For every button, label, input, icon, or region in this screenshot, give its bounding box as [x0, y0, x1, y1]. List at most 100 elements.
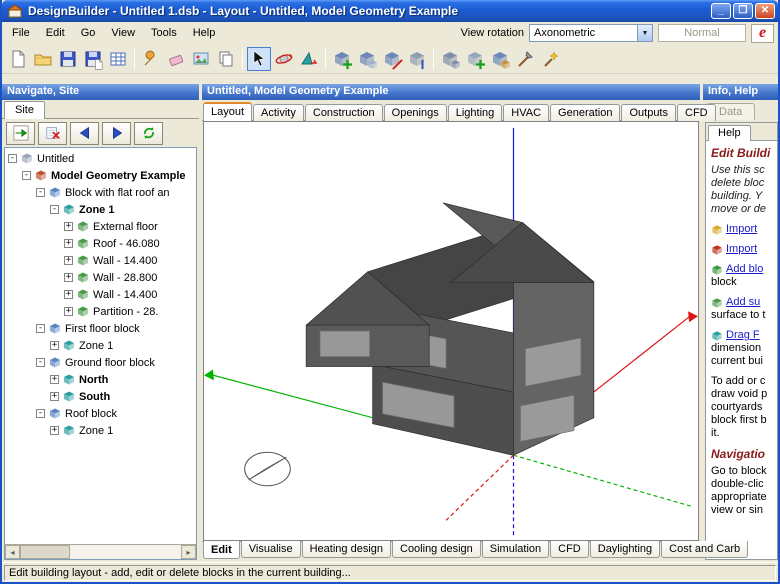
tab-cfd[interactable]: CFD: [677, 104, 716, 121]
tree-node[interactable]: +Wall - 14.400: [5, 252, 196, 269]
tree-expander[interactable]: +: [64, 307, 73, 316]
tree-node[interactable]: -Roof block: [5, 405, 196, 422]
tab-edit[interactable]: Edit: [203, 541, 240, 559]
tree-expander[interactable]: -: [36, 358, 45, 367]
tree-expander[interactable]: +: [50, 375, 59, 384]
menu-edit[interactable]: Edit: [38, 24, 73, 42]
wand-tool-icon[interactable]: [538, 47, 562, 71]
tree-node[interactable]: +External floor: [5, 218, 196, 235]
tab-daylighting[interactable]: Daylighting: [590, 541, 660, 558]
view-rotation-select[interactable]: Axonometric ▼: [529, 24, 653, 42]
block-tools-1-icon[interactable]: [438, 47, 462, 71]
copy-icon[interactable]: [214, 47, 238, 71]
tree-expander[interactable]: +: [50, 341, 59, 350]
select-pointer-icon[interactable]: [247, 47, 271, 71]
tab-lighting[interactable]: Lighting: [448, 104, 503, 121]
close-button[interactable]: ✕: [755, 3, 775, 19]
tree-expander[interactable]: -: [36, 188, 45, 197]
tree-expander[interactable]: +: [64, 222, 73, 231]
eraser-tool-icon[interactable]: [164, 47, 188, 71]
tab-hvac[interactable]: HVAC: [503, 104, 549, 121]
tab-visualise[interactable]: Visualise: [241, 541, 301, 558]
data-grid-icon[interactable]: [106, 47, 130, 71]
tree-expander[interactable]: +: [64, 239, 73, 248]
menu-tools[interactable]: Tools: [143, 24, 185, 42]
tree-node[interactable]: +Roof - 46.080: [5, 235, 196, 252]
tree-node[interactable]: -Ground floor block: [5, 354, 196, 371]
tree-expander[interactable]: +: [64, 273, 73, 282]
tab-generation[interactable]: Generation: [550, 104, 620, 121]
import-link-2[interactable]: Import: [711, 243, 777, 256]
tree-node[interactable]: +North: [5, 371, 196, 388]
minimize-button[interactable]: _: [711, 3, 731, 19]
cut-block-icon[interactable]: [380, 47, 404, 71]
forward-icon[interactable]: [102, 122, 131, 145]
menu-go[interactable]: Go: [73, 24, 104, 42]
orbit-view-icon[interactable]: [272, 47, 296, 71]
render-mode-select[interactable]: Normal: [658, 24, 746, 42]
import-model-icon[interactable]: [6, 122, 35, 145]
tab-site[interactable]: Site: [4, 101, 45, 119]
tree-node[interactable]: -First floor block: [5, 320, 196, 337]
measure-tool-icon[interactable]: [513, 47, 537, 71]
tree-node[interactable]: +South: [5, 388, 196, 405]
tab-heating-design[interactable]: Heating design: [302, 541, 391, 558]
tree-expander[interactable]: +: [64, 290, 73, 299]
tab-outputs[interactable]: Outputs: [621, 104, 676, 121]
menu-view[interactable]: View: [103, 24, 143, 42]
block-tools-3-icon[interactable]: [488, 47, 512, 71]
add-surface-link[interactable]: Add su: [711, 296, 777, 309]
tab-activity[interactable]: Activity: [253, 104, 304, 121]
wrench-tool-icon[interactable]: [139, 47, 163, 71]
new-file-icon[interactable]: [6, 47, 30, 71]
tree-expander[interactable]: -: [36, 324, 45, 333]
designbuilder-logo[interactable]: e: [751, 24, 774, 43]
open-file-icon[interactable]: [31, 47, 55, 71]
save-file-icon[interactable]: [56, 47, 80, 71]
tree-node[interactable]: -Untitled: [5, 150, 196, 167]
tree-expander[interactable]: +: [50, 426, 59, 435]
tree-expander[interactable]: -: [22, 171, 31, 180]
tree-node[interactable]: +Zone 1: [5, 422, 196, 439]
orientation-tool-icon[interactable]: [297, 47, 321, 71]
split-block-icon[interactable]: [405, 47, 429, 71]
chevron-down-icon[interactable]: ▼: [637, 25, 652, 41]
tree-node[interactable]: +Wall - 14.400: [5, 286, 196, 303]
tree-node[interactable]: -Zone 1: [5, 201, 196, 218]
image-export-icon[interactable]: [189, 47, 213, 71]
block-tools-2-icon[interactable]: [463, 47, 487, 71]
tree-node[interactable]: -Model Geometry Example: [5, 167, 196, 184]
tree-node[interactable]: +Partition - 28.: [5, 303, 196, 320]
maximize-button[interactable]: ❐: [733, 3, 753, 19]
tree-horizontal-scrollbar[interactable]: ◂ ▸: [5, 544, 196, 559]
back-icon[interactable]: [70, 122, 99, 145]
tab-cooling-design[interactable]: Cooling design: [392, 541, 481, 558]
tree-expander[interactable]: -: [36, 409, 45, 418]
add-block-link[interactable]: Add blo: [711, 263, 777, 276]
tree-expander[interactable]: -: [8, 154, 17, 163]
tree-node[interactable]: +Zone 1: [5, 337, 196, 354]
tree-expander[interactable]: +: [50, 392, 59, 401]
tab-cost-carbon[interactable]: Cost and Carb: [661, 541, 748, 558]
menu-file[interactable]: File: [4, 24, 38, 42]
scrollbar-thumb[interactable]: [20, 545, 70, 559]
scroll-left-icon[interactable]: ◂: [5, 545, 20, 559]
tree-expander[interactable]: -: [50, 205, 59, 214]
tab-simulation[interactable]: Simulation: [482, 541, 549, 558]
save-as-icon[interactable]: [81, 47, 105, 71]
tab-cfd-bottom[interactable]: CFD: [550, 541, 589, 558]
drag-face-link[interactable]: Drag F: [711, 329, 777, 342]
model-viewport[interactable]: [203, 121, 699, 541]
tree-node[interactable]: -Block with flat roof an: [5, 184, 196, 201]
import-link[interactable]: Import: [711, 223, 777, 236]
add-block-icon[interactable]: [330, 47, 354, 71]
scroll-right-icon[interactable]: ▸: [181, 545, 196, 559]
tab-openings[interactable]: Openings: [384, 104, 447, 121]
tree-node[interactable]: +Wall - 28.800: [5, 269, 196, 286]
menu-help[interactable]: Help: [185, 24, 224, 42]
refresh-icon[interactable]: [134, 122, 163, 145]
tab-layout[interactable]: Layout: [203, 102, 252, 121]
delete-model-icon[interactable]: [38, 122, 67, 145]
tree-expander[interactable]: +: [64, 256, 73, 265]
tab-help[interactable]: Help: [708, 125, 751, 141]
